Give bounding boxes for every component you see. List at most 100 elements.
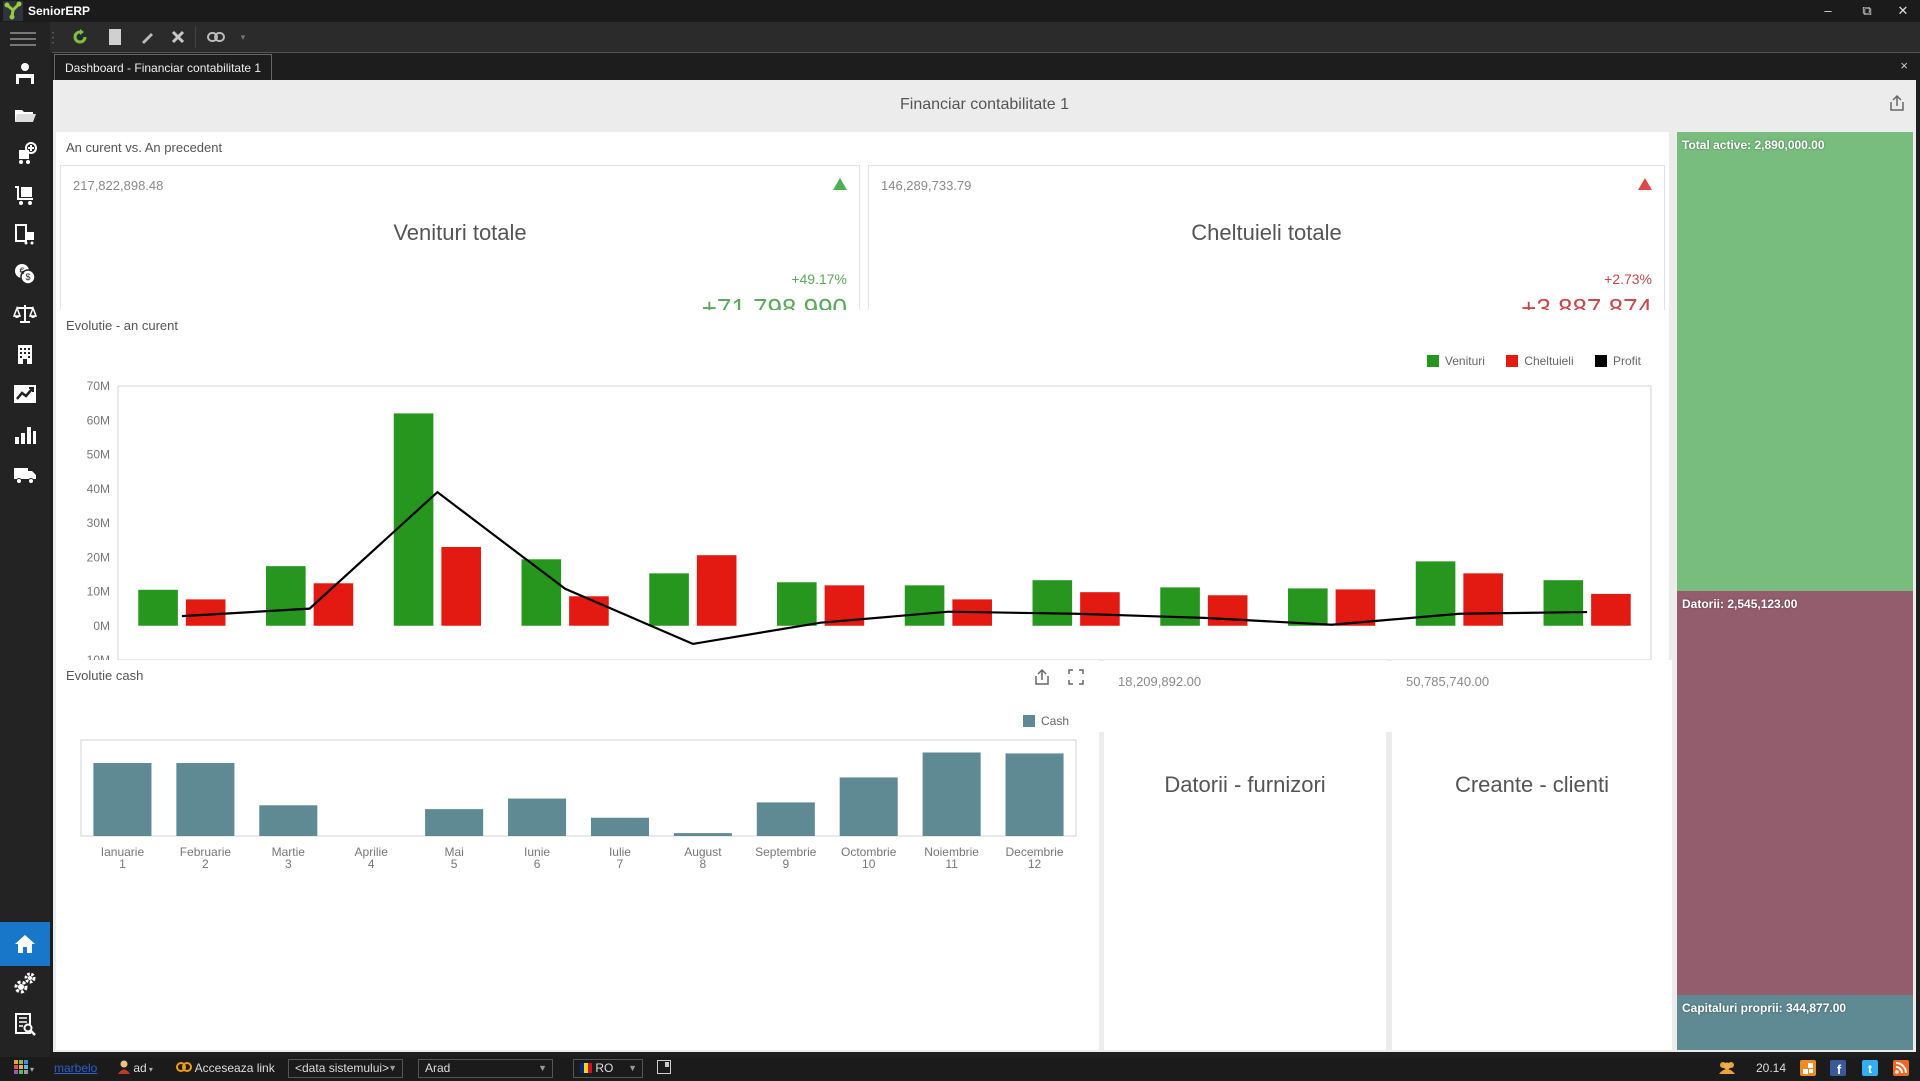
bar-cash[interactable]: [839, 777, 898, 836]
grid-menu-button[interactable]: ▾: [14, 1060, 34, 1077]
widget-value: 18,209,892.00: [1118, 674, 1202, 689]
bar-cash[interactable]: [176, 763, 235, 836]
user-icon: [118, 1060, 130, 1074]
layout-icon: [657, 1060, 671, 1074]
minimize-button[interactable]: –: [1813, 2, 1843, 20]
facebook-button[interactable]: f: [1830, 1060, 1846, 1077]
kpi-name: Cheltuieli totale: [1191, 220, 1342, 245]
refresh-button[interactable]: [70, 27, 90, 47]
trend-up-icon: [833, 178, 847, 190]
app-store-button[interactable]: [1800, 1060, 1816, 1077]
bar-cash[interactable]: [259, 805, 318, 836]
bar-cheltuieli[interactable]: [1207, 595, 1248, 626]
bar-cash[interactable]: [922, 752, 981, 836]
edit-button[interactable]: [137, 27, 157, 47]
rss-button[interactable]: [1893, 1060, 1909, 1077]
toolbar-grip[interactable]: ⋮: [46, 27, 60, 47]
home-icon: [15, 935, 35, 953]
bar-cash[interactable]: [508, 798, 567, 836]
sidebar-item-scales[interactable]: [10, 302, 40, 330]
twitter-button[interactable]: t: [1862, 1060, 1878, 1077]
kpi-percent: +2.73%: [1604, 271, 1652, 287]
bar-cheltuieli[interactable]: [696, 555, 737, 626]
chevron-down-icon: ▼: [538, 1063, 547, 1073]
bar-cash[interactable]: [425, 809, 484, 836]
sidebar-item-bar-chart[interactable]: [10, 422, 40, 450]
sidebar-item-user-desk[interactable]: [10, 62, 40, 90]
bar-venituri[interactable]: [393, 413, 434, 626]
bar-cheltuieli[interactable]: [1591, 593, 1631, 626]
bar-cheltuieli[interactable]: [1335, 589, 1376, 626]
gears-icon: [14, 972, 36, 994]
export-dashboard-button[interactable]: [1888, 94, 1908, 114]
link-icon: [207, 32, 225, 42]
delete-button[interactable]: [168, 27, 188, 47]
bar-cash[interactable]: [673, 833, 732, 836]
widget-datorii-furnizori[interactable]: 18,209,892.00 Datorii - furnizori: [1104, 660, 1386, 1050]
date-select[interactable]: <data sistemului> ▼: [288, 1059, 403, 1078]
treemap-datorii[interactable]: Datorii: 2,545,123.00: [1677, 591, 1913, 996]
tab-dashboard-financiar[interactable]: Dashboard - Financiar contabilitate 1: [54, 54, 273, 80]
bar-venituri[interactable]: [1288, 588, 1328, 626]
link-button[interactable]: [204, 27, 228, 47]
user-desk-icon: [16, 63, 34, 84]
treemap-capitaluri-proprii[interactable]: Capitaluri proprii: 344,877.00: [1677, 995, 1913, 1050]
close-window-button[interactable]: ✕: [1888, 2, 1918, 20]
sidebar-item-trend-chart[interactable]: [10, 382, 40, 410]
restore-button[interactable]: ⧉: [1852, 2, 1882, 20]
widget-creante-clienti[interactable]: 50,785,740.00 Creante - clienti: [1392, 660, 1672, 1050]
link-dropdown-button[interactable]: ▾: [233, 27, 253, 47]
user-link[interactable]: marbelo: [54, 1060, 97, 1077]
menu-icon[interactable]: [10, 32, 36, 50]
bar-cheltuieli[interactable]: [441, 546, 481, 626]
sidebar-item-clipboard-cart[interactable]: [10, 222, 40, 250]
bar-venituri[interactable]: [1160, 587, 1200, 626]
bar-venituri[interactable]: [266, 566, 306, 626]
sidebar-item-report-search[interactable]: [10, 1012, 40, 1040]
bar-cheltuieli[interactable]: [569, 596, 609, 626]
user-menu[interactable]: ad ▾: [118, 1060, 153, 1077]
bar-cheltuieli[interactable]: [185, 599, 226, 626]
sidebar-item-settings[interactable]: [10, 970, 40, 998]
bar-cash[interactable]: [1005, 753, 1064, 836]
bar-cash[interactable]: [590, 817, 649, 836]
sidebar-item-cart-add[interactable]: [10, 142, 40, 170]
x-tick-number: 6: [534, 857, 541, 871]
bar-venituri[interactable]: [138, 589, 178, 626]
bar-venituri[interactable]: [521, 559, 562, 626]
balance-treemap: Total active: 2,890,000.00 Datorii: 2,54…: [1677, 132, 1913, 1050]
sidebar: € $: [0, 22, 50, 1057]
bar-venituri[interactable]: [1032, 580, 1073, 626]
notifications-button[interactable]: [1718, 1060, 1736, 1077]
language-select[interactable]: RO ▼: [573, 1059, 643, 1078]
report-search-icon: [15, 1013, 36, 1036]
bar-cheltuieli[interactable]: [313, 583, 354, 626]
x-tick-number: 7: [617, 857, 624, 871]
sidebar-item-cart[interactable]: [10, 182, 40, 210]
treemap-label: Total active: 2,890,000.00: [1682, 138, 1825, 152]
folder-open-icon: [15, 110, 36, 122]
dashboard-title: Financiar contabilitate 1: [900, 96, 1069, 113]
bar-cash[interactable]: [93, 763, 152, 836]
line-profit[interactable]: [181, 490, 1588, 646]
bar-venituri[interactable]: [777, 582, 817, 626]
sidebar-item-building[interactable]: [10, 342, 40, 370]
close-tab-button[interactable]: ×: [1900, 58, 1908, 73]
sidebar-item-home[interactable]: [0, 922, 50, 966]
layout-toggle-button[interactable]: [657, 1060, 671, 1077]
bar-cheltuieli[interactable]: [1080, 592, 1120, 626]
sidebar-item-folder[interactable]: [10, 102, 40, 130]
widget-value: 50,785,740.00: [1406, 674, 1490, 689]
bar-cash[interactable]: [756, 802, 815, 836]
bar-venituri[interactable]: [1543, 580, 1584, 626]
bar-venituri[interactable]: [649, 573, 689, 626]
location-select[interactable]: Arad ▼: [418, 1059, 553, 1078]
access-link-button[interactable]: Acceseaza link: [176, 1060, 275, 1077]
sidebar-item-truck[interactable]: [10, 462, 40, 490]
new-button[interactable]: [105, 27, 125, 47]
twitter-icon: t: [1862, 1060, 1878, 1076]
sidebar-item-currency[interactable]: € $: [10, 262, 40, 290]
treemap-total-active[interactable]: Total active: 2,890,000.00: [1677, 132, 1913, 591]
bar-venituri[interactable]: [904, 585, 945, 626]
bar-cheltuieli[interactable]: [1463, 573, 1503, 626]
